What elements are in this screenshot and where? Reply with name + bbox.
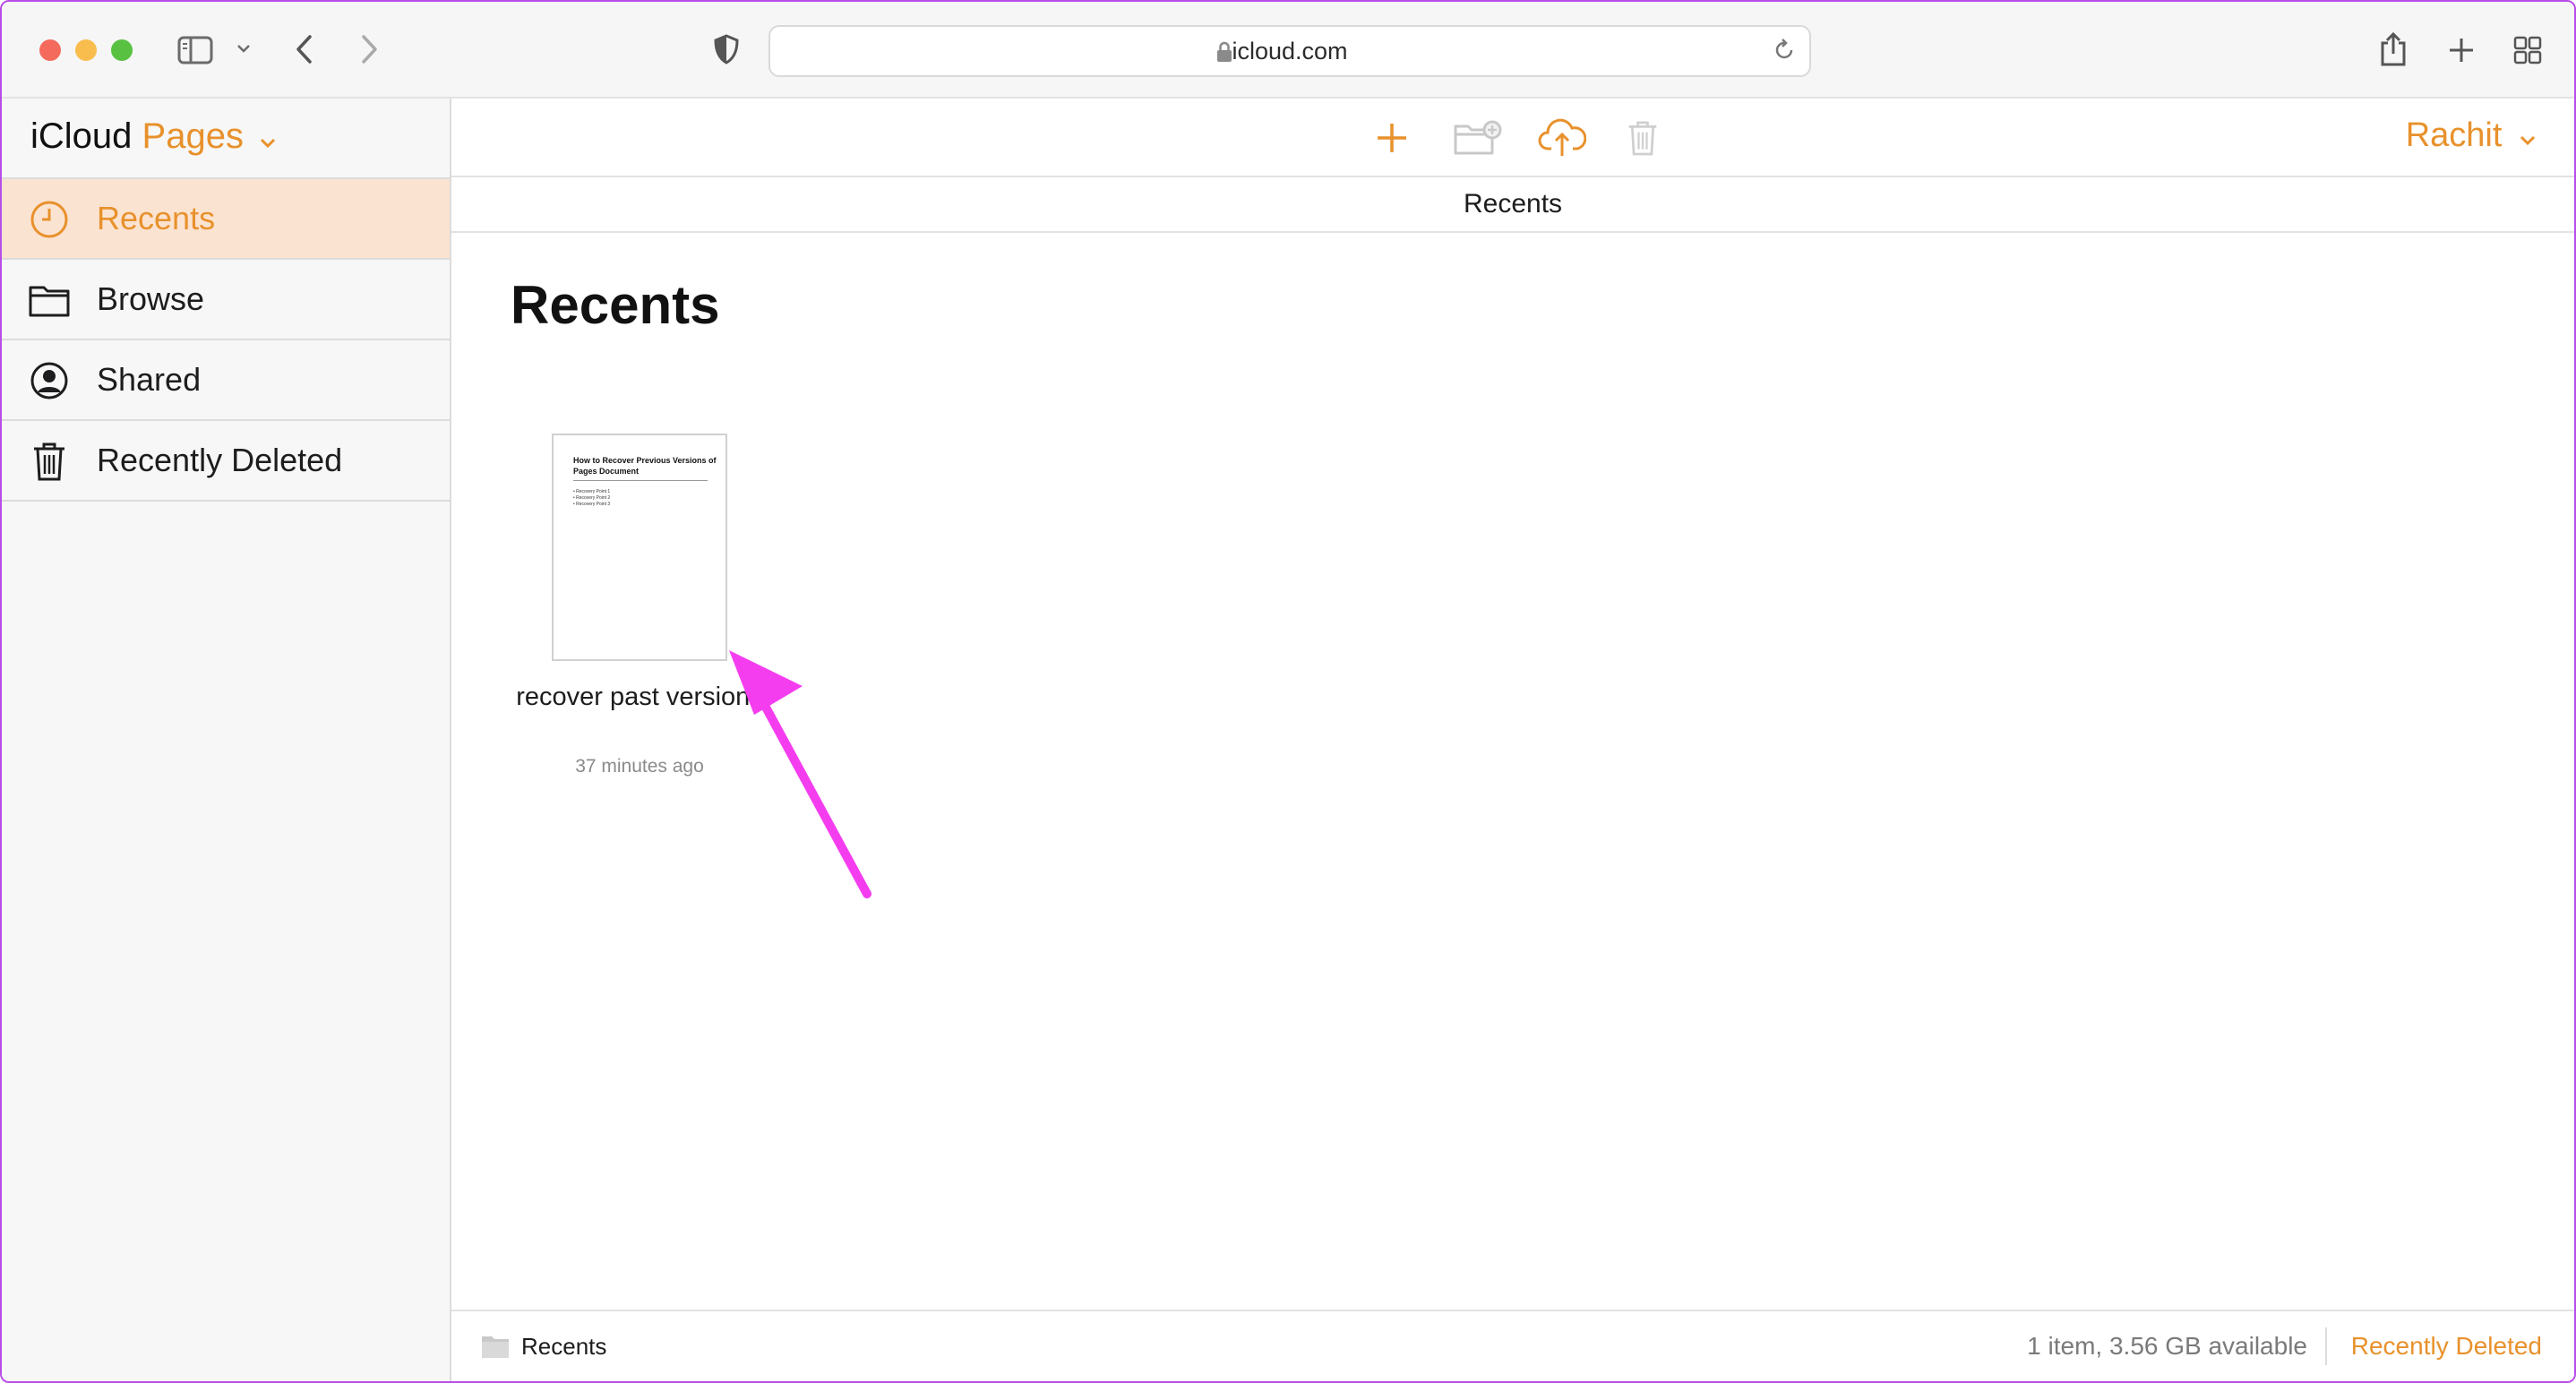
storage-info: 1 item, 3.56 GB available bbox=[2027, 1332, 2307, 1360]
divider bbox=[2325, 1327, 2327, 1365]
app-switcher[interactable]: iCloud Pages bbox=[30, 116, 277, 159]
app-toolbar: Rachit bbox=[451, 99, 2574, 177]
share-icon[interactable] bbox=[2377, 30, 2409, 66]
thumbnail-title: How to Recover Previous Versions of Page… bbox=[573, 456, 717, 476]
current-location[interactable]: Recents bbox=[521, 1311, 606, 1381]
create-document-button[interactable] bbox=[1367, 113, 1417, 163]
folder-icon bbox=[480, 1333, 511, 1364]
annotation-arrow-icon bbox=[720, 650, 881, 915]
zoom-window-button[interactable] bbox=[111, 39, 133, 61]
browser-toolbar: icloud.com bbox=[2, 2, 2574, 99]
url-text: icloud.com bbox=[1232, 38, 1348, 64]
main-content: Rachit Recents Recents How to Recover Pr… bbox=[451, 99, 2574, 1381]
back-icon[interactable] bbox=[294, 34, 315, 64]
new-tab-icon[interactable] bbox=[2447, 36, 2476, 64]
sidebar-toggle-icon[interactable] bbox=[177, 36, 213, 64]
brand-prefix: iCloud bbox=[30, 116, 133, 156]
sidebar-item-browse[interactable]: Browse bbox=[2, 258, 450, 339]
minimize-window-button[interactable] bbox=[75, 39, 97, 61]
trash-icon[interactable] bbox=[1618, 113, 1668, 163]
thumbnail-line: • Recovery Point 3 bbox=[573, 502, 611, 507]
sidebar-item-label: Recents bbox=[97, 200, 216, 236]
folder-icon bbox=[27, 278, 72, 322]
sidebar-nav: Recents Browse Shared Recently Deleted bbox=[2, 177, 450, 502]
sidebar-item-shared[interactable]: Shared bbox=[2, 339, 450, 419]
browser-window: icloud.com iCloud Pages Recents Browse S… bbox=[0, 0, 2576, 1383]
reload-icon[interactable] bbox=[1772, 38, 1797, 67]
sidebar-item-label: Browse bbox=[97, 280, 205, 317]
chevron-down-icon[interactable] bbox=[236, 43, 251, 54]
recently-deleted-link[interactable]: Recently Deleted bbox=[2351, 1311, 2542, 1381]
sidebar-item-recently-deleted[interactable]: Recently Deleted bbox=[2, 419, 450, 502]
sidebar-item-label: Recently Deleted bbox=[97, 442, 343, 478]
tab-overview-icon[interactable] bbox=[2513, 36, 2542, 64]
sidebar: iCloud Pages Recents Browse Shared Recen… bbox=[2, 99, 451, 1381]
upload-cloud-icon[interactable] bbox=[1537, 113, 1587, 163]
new-folder-icon[interactable] bbox=[1453, 113, 1503, 163]
chevron-down-icon bbox=[2519, 117, 2537, 156]
document-thumbnail[interactable]: How to Recover Previous Versions of Page… bbox=[552, 434, 727, 661]
status-bar: Recents 1 item, 3.56 GB available Recent… bbox=[451, 1310, 2574, 1381]
user-menu[interactable]: Rachit bbox=[2406, 116, 2537, 156]
shield-icon[interactable] bbox=[713, 34, 740, 64]
forward-icon[interactable] bbox=[358, 34, 380, 64]
thumbnail-divider bbox=[573, 480, 708, 481]
trash-icon bbox=[27, 439, 72, 484]
thumbnail-line: • Recovery Point 2 bbox=[573, 495, 611, 501]
chevron-down-icon bbox=[259, 118, 277, 159]
brand-app-name: Pages bbox=[142, 116, 244, 156]
user-name: Rachit bbox=[2405, 116, 2503, 154]
sidebar-item-recents[interactable]: Recents bbox=[2, 177, 450, 258]
person-circle-icon bbox=[27, 358, 72, 403]
close-window-button[interactable] bbox=[39, 39, 61, 61]
clock-icon bbox=[27, 197, 72, 242]
page-title: Recents bbox=[511, 275, 720, 335]
section-header: Recents bbox=[451, 177, 2574, 233]
thumbnail-line: • Recovery Point 1 bbox=[573, 489, 611, 494]
sidebar-item-label: Shared bbox=[97, 361, 202, 398]
address-bar[interactable]: icloud.com bbox=[769, 25, 1811, 77]
